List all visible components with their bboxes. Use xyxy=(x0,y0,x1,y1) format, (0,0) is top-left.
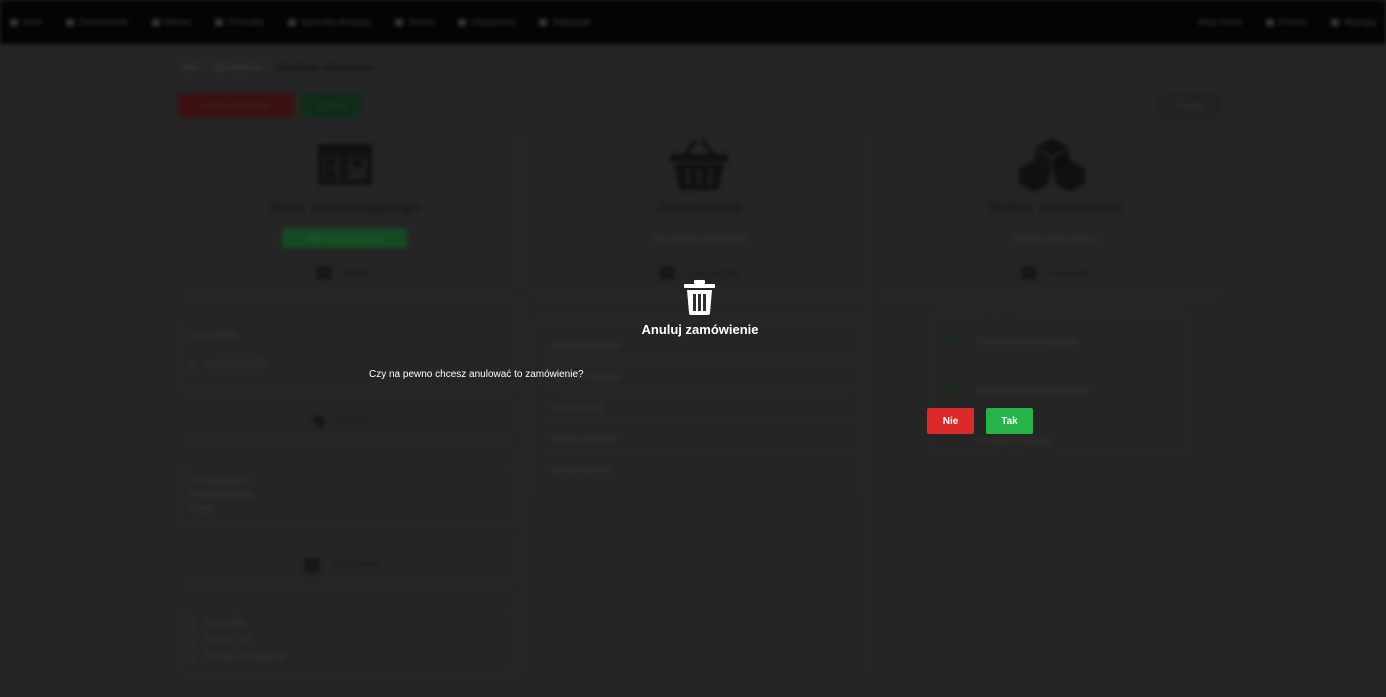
modal-title: Anuluj zamówienie xyxy=(641,322,759,337)
yes-button[interactable]: Tak xyxy=(986,408,1033,434)
modal-backdrop[interactable] xyxy=(0,0,1386,697)
modal-message: Czy na pewno chcesz anulować to zamówien… xyxy=(369,369,584,380)
no-button[interactable]: Nie xyxy=(927,408,974,434)
trash-icon xyxy=(684,280,715,315)
